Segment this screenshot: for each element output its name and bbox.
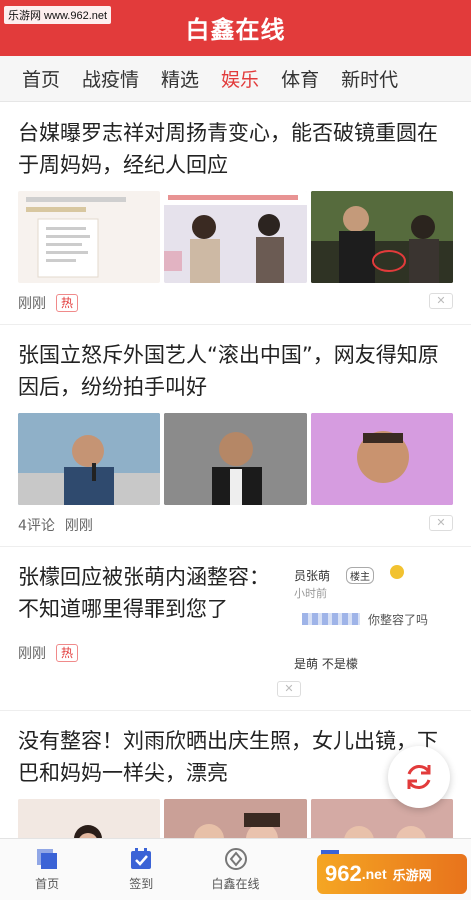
news-time: 刚刚	[18, 296, 46, 312]
site-watermark-logo: 962 .net 乐游网	[317, 854, 467, 894]
screenshot-badge: 楼主	[346, 567, 374, 584]
celebrity-photo	[164, 191, 307, 283]
refresh-icon	[407, 765, 431, 789]
news-headline[interactable]: 张国立怒斥外国艺人“滚出中国”，网友得知原因后，纷纷拍手叫好	[18, 325, 453, 403]
celebrity-photo	[18, 799, 161, 838]
nav-checkin[interactable]: 签到	[94, 839, 188, 900]
pixelated-area	[302, 613, 360, 625]
refresh-button[interactable]	[388, 746, 450, 808]
screenshot-comment: 你整容了吗	[368, 613, 429, 627]
news-headline[interactable]: 台媒曝罗志祥对周扬青变心，能否破镜重圆在于周妈妈，经纪人回应	[18, 103, 453, 181]
category-tabs: 首页 战疫情 精选 娱乐 体育 新时代	[0, 56, 471, 102]
news-thumbnail[interactable]	[18, 413, 161, 505]
nav-site[interactable]: 白鑫在线	[188, 839, 282, 900]
app-title: 白鑫在线	[185, 16, 286, 44]
hot-badge: 热	[56, 644, 79, 662]
bottom-navigation: 首页 签到 白鑫在线 帐 962 .net 乐游网	[0, 838, 471, 900]
news-thumbnail[interactable]	[164, 413, 307, 505]
dismiss-icon[interactable]: ✕	[429, 293, 453, 309]
nav-home-label: 首页	[35, 877, 60, 891]
dismiss-icon[interactable]: ✕	[429, 515, 453, 531]
celebrity-photo	[18, 413, 161, 505]
news-thumbnails	[18, 191, 453, 283]
social-post-image	[26, 197, 126, 278]
nav-home[interactable]: 首页	[0, 839, 94, 900]
news-meta: 刚刚 热	[18, 283, 453, 323]
tab-epidemic[interactable]: 战疫情	[71, 65, 150, 92]
news-thumbnails	[18, 799, 453, 838]
screenshot-username: 员张萌	[294, 569, 331, 583]
news-feed: 台媒曝罗志祥对周扬青变心，能否破镜重圆在于周妈妈，经纪人回应 刚刚 热 ✕ 张国…	[0, 103, 471, 838]
celebrity-photo	[310, 413, 453, 505]
tab-new-era[interactable]: 新时代	[330, 65, 409, 92]
news-thumbnail[interactable]	[310, 413, 453, 505]
hot-badge: 热	[56, 294, 79, 312]
watermark-brand: 962	[325, 861, 362, 886]
nav-site-label: 白鑫在线	[211, 877, 260, 891]
news-meta: 刚刚 热	[18, 633, 276, 673]
compass-icon	[224, 848, 247, 870]
tab-featured[interactable]: 精选	[150, 65, 210, 92]
checkin-icon	[131, 848, 152, 869]
screenshot-reply: 是萌 不是檬	[294, 657, 358, 671]
tab-sports[interactable]: 体育	[270, 65, 330, 92]
news-time: 刚刚	[18, 646, 46, 662]
tab-home[interactable]: 首页	[0, 65, 71, 92]
screenshot-time: 小时前	[294, 587, 327, 600]
celebrity-photo	[164, 413, 307, 505]
news-text-column: 张檬回应被张萌内涵整容：不知道哪里得罪到您了 刚刚 热	[18, 547, 276, 710]
news-item[interactable]: 张国立怒斥外国艺人“滚出中国”，网友得知原因后，纷纷拍手叫好 4评论 刚刚 ✕	[0, 325, 471, 547]
news-item[interactable]: 台媒曝罗志祥对周扬青变心，能否破镜重圆在于周妈妈，经纪人回应 刚刚 热 ✕	[0, 103, 471, 325]
news-thumbnail[interactable]	[164, 191, 307, 283]
tab-entertainment[interactable]: 娱乐	[210, 65, 270, 92]
watermark-domain: .net	[361, 866, 387, 882]
news-thumbnail[interactable]	[18, 191, 161, 283]
watermark-sub: 乐游网	[392, 868, 432, 884]
news-thumbnail[interactable]	[18, 799, 161, 838]
app-header: 乐游网 www.962.net 白鑫在线	[0, 0, 471, 56]
news-headline[interactable]: 张檬回应被张萌内涵整容：不知道哪里得罪到您了	[18, 547, 276, 625]
dismiss-icon[interactable]: ✕	[277, 681, 301, 697]
celebrity-photo	[164, 799, 307, 838]
celebrity-photo	[310, 191, 453, 283]
news-item[interactable]: 张檬回应被张萌内涵整容：不知道哪里得罪到您了 刚刚 热 员张萌 楼主 小时前 你…	[0, 547, 471, 711]
news-time: 刚刚	[64, 518, 93, 534]
news-meta: 4评论 刚刚	[18, 505, 453, 545]
home-icon	[37, 849, 58, 869]
news-thumbnail[interactable]: 员张萌 楼主 小时前 你整容了吗 是萌 不是檬	[292, 565, 452, 675]
news-thumbnails	[18, 413, 453, 505]
comment-count: 4评论	[18, 518, 55, 534]
crown-icon	[390, 565, 404, 579]
news-thumbnail[interactable]	[164, 799, 307, 838]
news-thumbnail[interactable]	[310, 191, 453, 283]
nav-checkin-label: 签到	[129, 877, 154, 891]
